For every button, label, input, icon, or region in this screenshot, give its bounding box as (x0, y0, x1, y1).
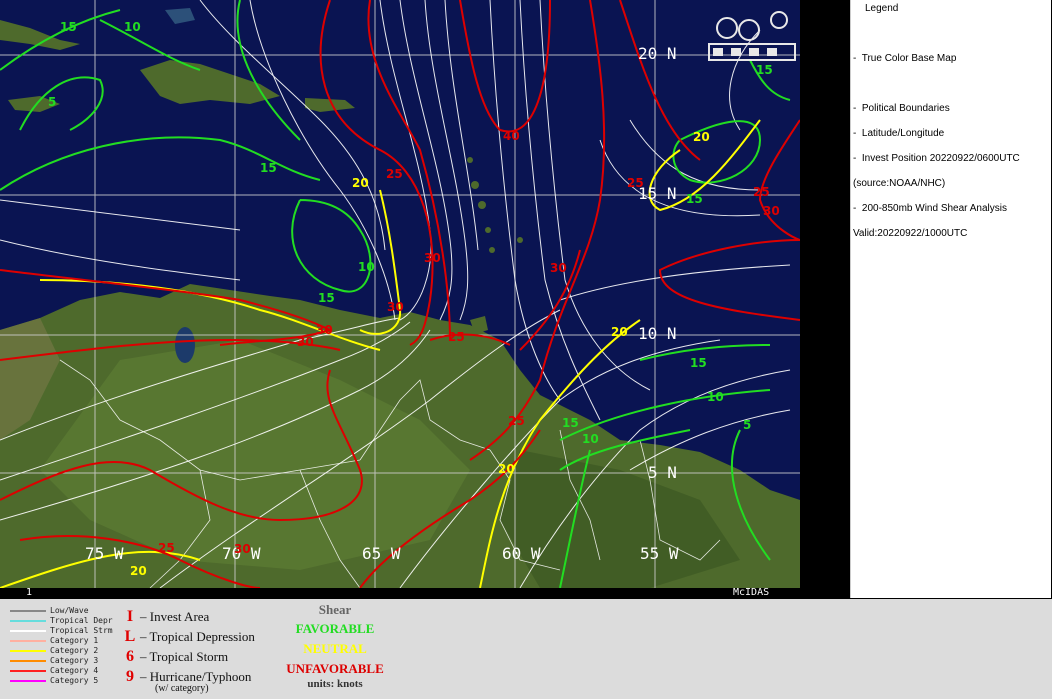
depression-symbol-icon: L (124, 628, 136, 645)
legend-item: - Latitude/Longitude (853, 128, 945, 139)
lat-label-20n: 20 N (638, 44, 677, 63)
storm-symbol-icon: 6 (126, 648, 134, 665)
contour-label-red: 25 (386, 167, 403, 181)
lon-label-60w: 60 W (502, 544, 541, 563)
lon-label-55w: 55 W (640, 544, 679, 563)
shear-title: Shear (318, 602, 352, 617)
symbol-depression: L – Tropical Depression (120, 628, 255, 646)
legend-item: - True Color Base Map (853, 53, 957, 64)
legend-item: Valid:20220922/1000UTC (853, 228, 968, 239)
contour-label-red: 30 (387, 300, 404, 314)
contour-label-red: 30 (316, 323, 333, 337)
map-view: 20 N 15 N 10 N 5 N 75 W 70 W 65 W 60 W 5… (0, 0, 800, 588)
contour-label-red: 30 (550, 261, 567, 275)
contour-label-red: 30 (234, 542, 251, 556)
contour-label-green: 15 (690, 356, 707, 370)
legend-title: Legend (865, 3, 899, 14)
mcidas-label: McIDAS (733, 587, 770, 598)
legend-item: - Invest Position 20220922/0600UTC (853, 153, 1020, 164)
lat-label-5n: 5 N (648, 463, 677, 482)
contour-label-green: 15 (60, 20, 77, 34)
symbols-note: (w/ category) (155, 683, 209, 694)
frame-number: 1 (26, 587, 33, 598)
track-line-item: Category 5 (10, 676, 98, 686)
key-bar: Low/Wave Tropical Depr Tropical Strm Cat… (0, 599, 1052, 699)
contour-label-green: 10 (358, 260, 375, 274)
shear-unfavorable: UNFAVORABLE (286, 661, 384, 676)
hurricane-symbol-icon: 9 (126, 668, 134, 685)
track-line-item: Category 3 (10, 656, 98, 666)
contour-label-green: 15 (260, 161, 277, 175)
contour-label-green: 5 (48, 95, 57, 109)
contour-label-green: 15 (318, 291, 335, 305)
contour-label-yellow: 20 (693, 130, 710, 144)
contour-label-red: 25 (508, 414, 525, 428)
shear-units: units: knots (307, 678, 363, 690)
lon-label-65w: 65 W (362, 544, 401, 563)
lat-label-10n: 10 N (638, 324, 677, 343)
contour-label-red: 25 (627, 176, 644, 190)
contour-label-green: 15 (756, 63, 773, 77)
contour-label-green: 10 (582, 432, 599, 446)
contour-label-red: 25 (448, 330, 465, 344)
contour-label-red: 30 (424, 251, 441, 265)
symbol-invest: I – Invest Area (120, 608, 209, 626)
contour-label-green: 10 (707, 390, 724, 404)
contour-label-green: 10 (124, 20, 141, 34)
track-line-item: Category 2 (10, 646, 98, 656)
track-line-item: Category 1 (10, 636, 98, 646)
symbol-storm: 6– Tropical Storm (120, 648, 228, 666)
track-line-item: Category 4 (10, 666, 98, 676)
lon-label-75w: 75 W (85, 544, 124, 563)
invest-symbol-icon: I (126, 608, 134, 625)
legend-item: - Political Boundaries (853, 103, 950, 114)
contour-label-red: 30 (763, 204, 780, 218)
contour-label-green: 15 (562, 416, 579, 430)
shear-favorable: FAVORABLE (295, 621, 375, 636)
contour-label-red: 30 (297, 335, 314, 349)
legend-item: (source:NOAA/NHC) (853, 178, 946, 189)
contour-label-yellow: 20 (130, 564, 147, 578)
contour-label-yellow: 20 (352, 176, 369, 190)
shear-neutral: NEUTRAL (303, 641, 367, 656)
lat-label-15n: 15 N (638, 184, 677, 203)
contour-label-yellow: 20 (611, 325, 628, 339)
legend-item: - 200-850mb Wind Shear Analysis (853, 203, 1007, 214)
track-line-item: Tropical Strm (10, 626, 113, 636)
contour-label-red: 25 (158, 541, 175, 555)
cimss-logo (708, 11, 796, 61)
status-strip: 1 McIDAS (0, 587, 800, 599)
legend-panel: Legend - True Color Base Map - Political… (850, 0, 1051, 598)
contour-label-green: 15 (686, 192, 703, 206)
contour-label-red: 40 (503, 129, 520, 143)
contour-label-green: 5 (743, 418, 752, 432)
track-line-item: Tropical Depr (10, 616, 113, 626)
contour-label-red: 25 (753, 185, 770, 199)
track-line-item: Low/Wave (10, 606, 89, 616)
contour-label-yellow: 20 (498, 462, 515, 476)
